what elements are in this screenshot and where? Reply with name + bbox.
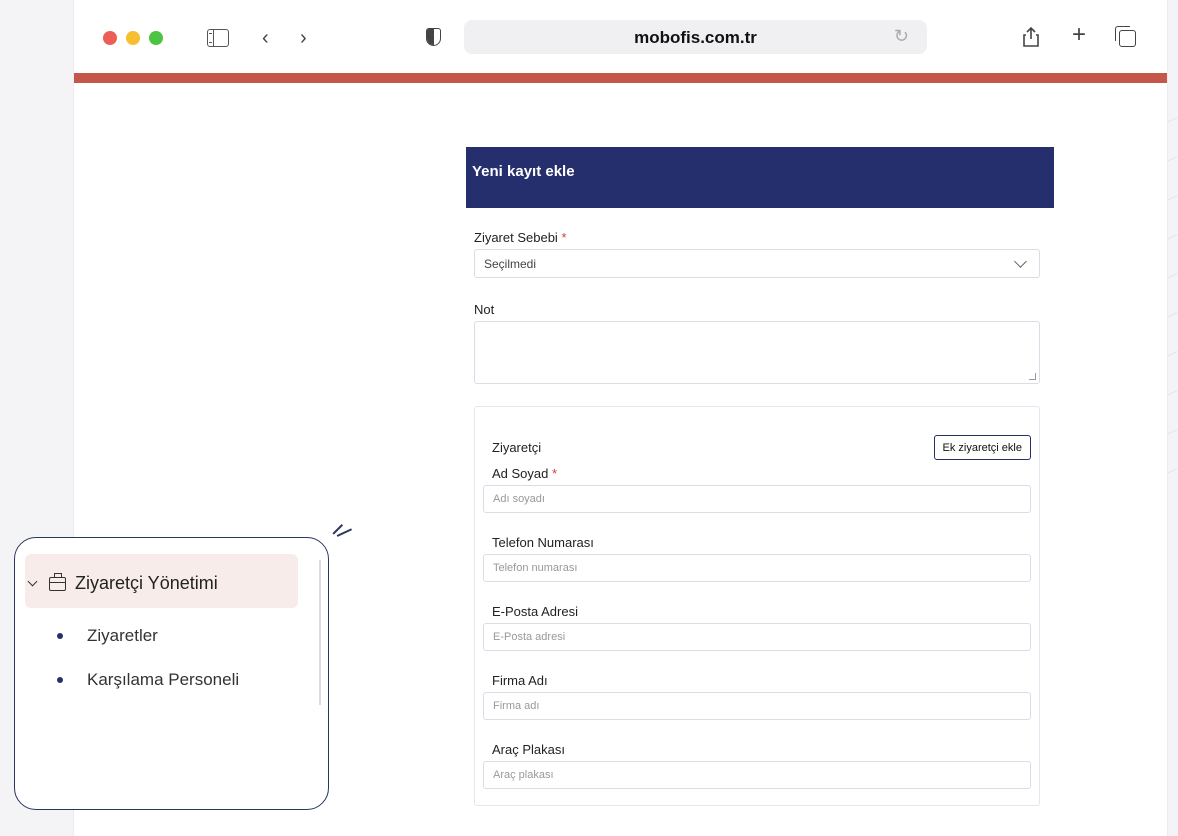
nav-item-reception-staff[interactable]: Karşılama Personeli — [57, 670, 239, 690]
plate-input[interactable]: Araç plakası — [483, 761, 1031, 789]
briefcase-icon — [49, 572, 66, 591]
full-name-label: Ad Soyad * — [492, 466, 558, 481]
back-icon[interactable]: ‹ — [262, 26, 269, 50]
sidebar-toggle-icon[interactable] — [207, 29, 229, 47]
reload-icon[interactable]: ↻ — [894, 26, 909, 47]
forward-icon[interactable]: › — [300, 26, 307, 50]
note-textarea[interactable] — [474, 321, 1040, 384]
sparkle-decoration — [330, 515, 354, 537]
minimize-window-button[interactable] — [126, 31, 140, 45]
company-input[interactable]: Firma adı — [483, 692, 1031, 720]
full-name-input[interactable]: Adı soyadı — [483, 485, 1031, 513]
nav-group-label: Ziyaretçi Yönetimi — [75, 573, 218, 593]
phone-input[interactable]: Telefon numarası — [483, 554, 1031, 582]
visit-reason-value: Seçilmedi — [484, 256, 537, 271]
visitor-title: Ziyaretçi — [492, 440, 542, 455]
email-input[interactable]: E-Posta adresi — [483, 623, 1031, 651]
chevron-down-icon — [27, 576, 38, 587]
nav-group-visitor-management[interactable]: Ziyaretçi Yönetimi — [27, 572, 218, 594]
nav-item-label: Ziyaretler — [87, 626, 158, 645]
bullet-icon — [57, 633, 63, 639]
new-record-form: Ziyaret Sebebi * Seçilmedi Not Ziyaretçi… — [466, 208, 1054, 806]
address-bar[interactable]: mobofis.com.tr ↻ — [464, 20, 927, 54]
close-window-button[interactable] — [103, 31, 117, 45]
company-label: Firma Adı — [492, 673, 548, 688]
window-controls — [103, 31, 163, 45]
maximize-window-button[interactable] — [149, 31, 163, 45]
share-icon[interactable] — [1022, 26, 1040, 54]
email-label: E-Posta Adresi — [492, 604, 578, 619]
chevron-down-icon — [1014, 254, 1027, 268]
plate-label: Araç Plakası — [492, 742, 565, 757]
url-text: mobofis.com.tr — [634, 28, 757, 47]
visit-reason-label: Ziyaret Sebebi * — [474, 230, 567, 245]
nav-scrollbar[interactable] — [319, 560, 321, 705]
add-visitor-button[interactable]: Ek ziyaretçi ekle — [933, 435, 1031, 460]
visit-reason-select[interactable]: Seçilmedi — [474, 249, 1040, 278]
nav-item-visits[interactable]: Ziyaretler — [57, 626, 158, 646]
phone-label: Telefon Numarası — [492, 535, 594, 550]
nav-item-label: Karşılama Personeli — [87, 670, 240, 689]
note-label: Not — [474, 302, 495, 317]
browser-toolbar: ‹ › mobofis.com.tr ↻ + — [74, 0, 1167, 73]
nav-menu-card: Ziyaretçi Yönetimi Ziyaretler Karşılama … — [14, 537, 329, 810]
new-tab-icon[interactable]: + — [1072, 23, 1086, 47]
tab-overview-icon[interactable] — [1115, 26, 1136, 47]
visitor-card: Ziyaretçi Ek ziyaretçi ekle Ad Soyad * A… — [474, 406, 1040, 806]
accent-bar — [74, 73, 1167, 83]
bullet-icon — [57, 677, 63, 683]
new-record-panel: Yeni kayıt ekle Ziyaret Sebebi * Seçilme… — [466, 147, 1054, 806]
privacy-shield-icon[interactable] — [426, 28, 441, 46]
panel-title: Yeni kayıt ekle — [466, 147, 1054, 208]
